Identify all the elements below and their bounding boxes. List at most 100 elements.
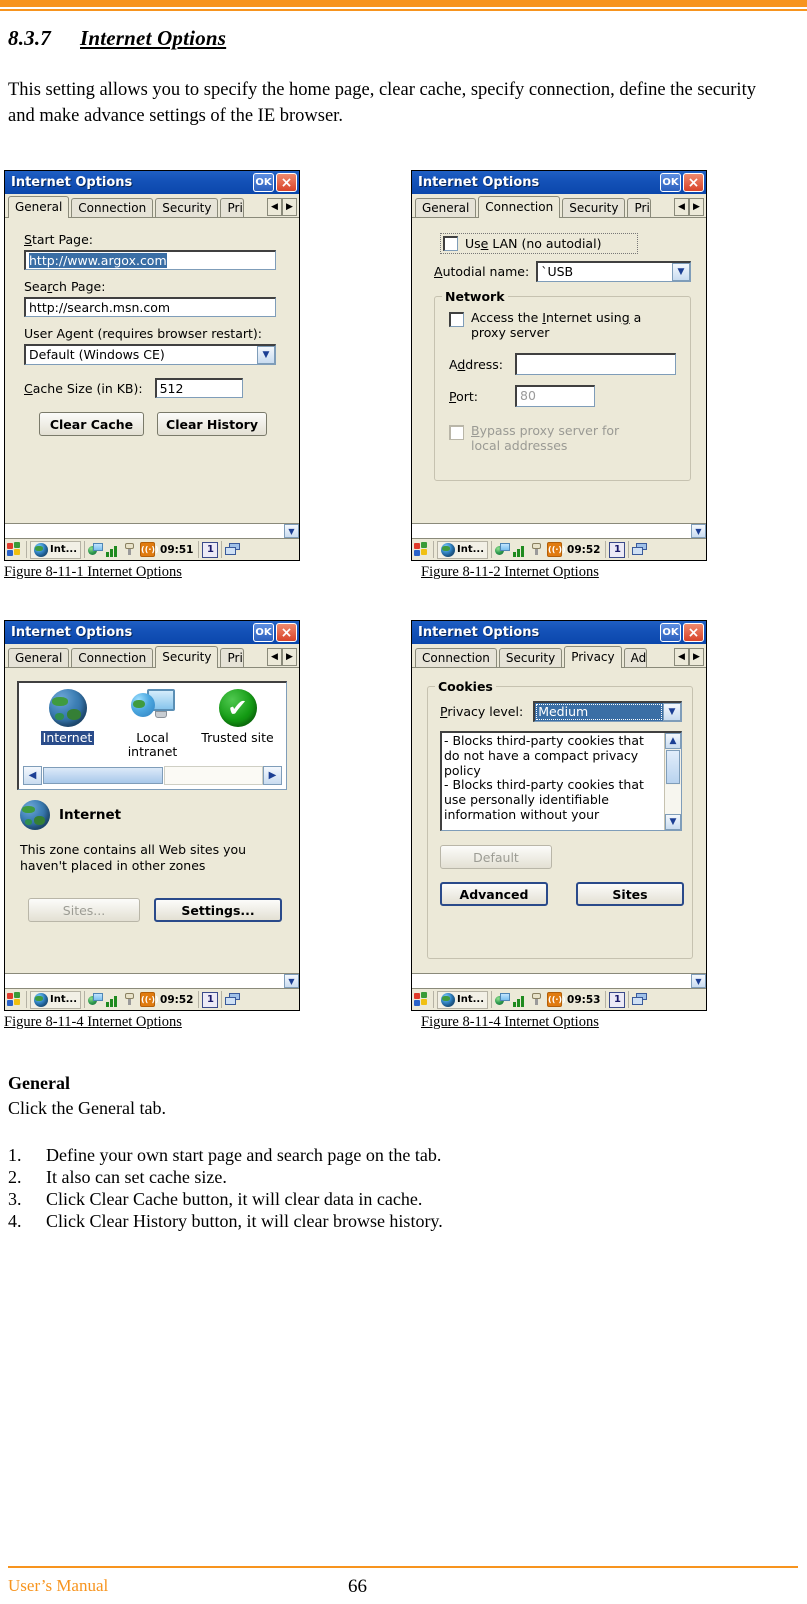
dialog-internet-options-general[interactable]: Internet Options OK × General Connection… <box>4 170 300 561</box>
clock[interactable]: 09:53 <box>565 994 602 1006</box>
scroll-right-icon[interactable]: ▶ <box>263 765 282 785</box>
window-switch-icon[interactable] <box>225 543 241 556</box>
plug-icon[interactable] <box>123 993 137 1006</box>
network-icon[interactable] <box>495 992 511 1007</box>
windows-start-icon[interactable] <box>414 992 430 1007</box>
signal-bars-icon[interactable] <box>513 993 527 1007</box>
zone-item-local-intranet[interactable]: Local intranet <box>114 689 192 760</box>
tab-security[interactable]: Security <box>155 646 219 668</box>
clear-cache-button[interactable]: Clear Cache <box>39 412 144 436</box>
tab-security[interactable]: Security <box>562 198 626 217</box>
start-page-input[interactable]: http://www.argox.com <box>24 250 276 270</box>
signal-bars-icon[interactable] <box>106 993 120 1007</box>
scrollbar-thumb[interactable] <box>43 766 163 784</box>
dialog-internet-options-privacy[interactable]: Internet Options OK × Connection Securit… <box>411 620 707 1011</box>
tab-connection[interactable]: Connection <box>478 196 561 218</box>
clear-history-button[interactable]: Clear History <box>157 412 267 436</box>
tab-scroll-buttons[interactable]: ◀ ▶ <box>267 198 297 216</box>
dialog-internet-options-security[interactable]: Internet Options OK × General Connection… <box>4 620 300 1011</box>
tab-scroll-buttons[interactable]: ◀ ▶ <box>674 198 704 216</box>
tabstrip[interactable]: Connection Security Privacy Ad ◀ ▶ <box>412 644 706 668</box>
tab-scroll-buttons[interactable]: ◀ ▶ <box>674 648 704 666</box>
taskbar-app-button[interactable]: Int... <box>30 540 82 559</box>
status-badge[interactable]: 1 <box>609 541 626 558</box>
wifi-icon[interactable] <box>547 542 563 557</box>
bypass-checkbox[interactable] <box>449 425 464 440</box>
address-input[interactable] <box>515 353 676 375</box>
signal-bars-icon[interactable] <box>106 543 120 557</box>
scroll-down-icon[interactable]: ▼ <box>665 814 681 830</box>
tab-scroll-buttons[interactable]: ◀ ▶ <box>267 648 297 666</box>
chevron-down-icon[interactable]: ▼ <box>663 703 681 721</box>
tab-privacy[interactable]: Pri <box>220 648 244 667</box>
use-lan-checkbox-row[interactable]: Use LAN (no autodial) <box>440 233 638 254</box>
scroll-down-icon[interactable]: ▼ <box>284 974 299 988</box>
tab-privacy[interactable]: Pri <box>627 198 651 217</box>
search-page-input[interactable]: http://search.msn.com <box>24 297 276 317</box>
tab-prev-icon[interactable]: ◀ <box>674 648 689 666</box>
tab-prev-icon[interactable]: ◀ <box>674 198 689 216</box>
ok-button[interactable]: OK <box>253 623 274 642</box>
scroll-down-icon[interactable]: ▼ <box>691 974 706 988</box>
zone-item-trusted-sites[interactable]: Trusted site <box>199 689 277 745</box>
close-icon[interactable]: × <box>683 623 704 642</box>
chevron-down-icon[interactable]: ▼ <box>257 346 275 364</box>
bypass-checkbox-row[interactable]: Bypass proxy server for local addresses <box>449 423 682 453</box>
network-icon[interactable] <box>495 542 511 557</box>
settings-button[interactable]: Settings... <box>154 898 282 923</box>
advanced-button[interactable]: Advanced <box>440 882 548 906</box>
tabstrip[interactable]: General Connection Security Pri ◀ ▶ <box>5 644 299 668</box>
scrollbar-thumb[interactable] <box>666 750 680 784</box>
window-switch-icon[interactable] <box>632 993 648 1006</box>
taskbar[interactable]: Int... 09:52 1 <box>412 538 706 560</box>
tab-prev-icon[interactable]: ◀ <box>267 648 282 666</box>
wifi-icon[interactable] <box>547 992 563 1007</box>
proxy-checkbox-row[interactable]: Access the Internet using a proxy server <box>449 310 682 340</box>
tab-general[interactable]: General <box>8 648 70 667</box>
autodial-select[interactable]: `USB ▼ <box>536 261 691 282</box>
status-badge[interactable]: 1 <box>202 991 219 1008</box>
network-icon[interactable] <box>88 992 104 1007</box>
network-icon[interactable] <box>88 542 104 557</box>
scroll-up-icon[interactable]: ▲ <box>665 733 681 749</box>
use-lan-checkbox[interactable] <box>443 236 458 251</box>
tab-next-icon[interactable]: ▶ <box>282 198 297 216</box>
cache-size-input[interactable]: 512 <box>154 378 243 398</box>
tab-privacy[interactable]: Pri <box>220 198 244 217</box>
horizontal-scrollbar[interactable]: ▼ <box>412 523 706 538</box>
scroll-down-icon[interactable]: ▼ <box>284 524 299 538</box>
windows-start-icon[interactable] <box>7 542 23 557</box>
windows-start-icon[interactable] <box>414 542 430 557</box>
taskbar[interactable]: Int... 09:51 1 <box>5 538 299 560</box>
clock[interactable]: 09:52 <box>565 544 602 556</box>
sites-button[interactable]: Sites... <box>28 898 140 923</box>
close-icon[interactable]: × <box>683 173 704 192</box>
zone-picker[interactable]: Internet Local intranet Trusted site ◀ <box>17 681 287 790</box>
privacy-sites-button[interactable]: Sites <box>576 882 684 906</box>
taskbar-app-button[interactable]: Int... <box>30 990 82 1009</box>
tab-advanced[interactable]: Ad <box>623 648 648 667</box>
plug-icon[interactable] <box>530 543 544 556</box>
chevron-down-icon[interactable]: ▼ <box>672 263 690 281</box>
close-icon[interactable]: × <box>276 623 297 642</box>
status-badge[interactable]: 1 <box>609 991 626 1008</box>
zone-item-internet[interactable]: Internet <box>29 689 107 746</box>
tab-next-icon[interactable]: ▶ <box>282 648 297 666</box>
taskbar[interactable]: Int... 09:53 1 <box>412 988 706 1010</box>
default-button[interactable]: Default <box>440 845 552 869</box>
dialog-internet-options-connection[interactable]: Internet Options OK × General Connection… <box>411 170 707 561</box>
close-icon[interactable]: × <box>276 173 297 192</box>
taskbar-app-button[interactable]: Int... <box>437 540 489 559</box>
tabstrip[interactable]: General Connection Security Pri ◀ ▶ <box>412 194 706 218</box>
taskbar[interactable]: Int... 09:52 1 <box>5 988 299 1010</box>
window-switch-icon[interactable] <box>225 993 241 1006</box>
tab-security[interactable]: Security <box>498 648 563 667</box>
horizontal-scrollbar[interactable]: ▼ <box>412 973 706 988</box>
scroll-down-icon[interactable]: ▼ <box>691 524 706 538</box>
tab-privacy[interactable]: Privacy <box>564 646 622 668</box>
plug-icon[interactable] <box>530 993 544 1006</box>
tab-general[interactable]: General <box>415 198 477 217</box>
tab-next-icon[interactable]: ▶ <box>689 198 704 216</box>
proxy-checkbox[interactable] <box>449 312 464 327</box>
clock[interactable]: 09:52 <box>158 994 195 1006</box>
